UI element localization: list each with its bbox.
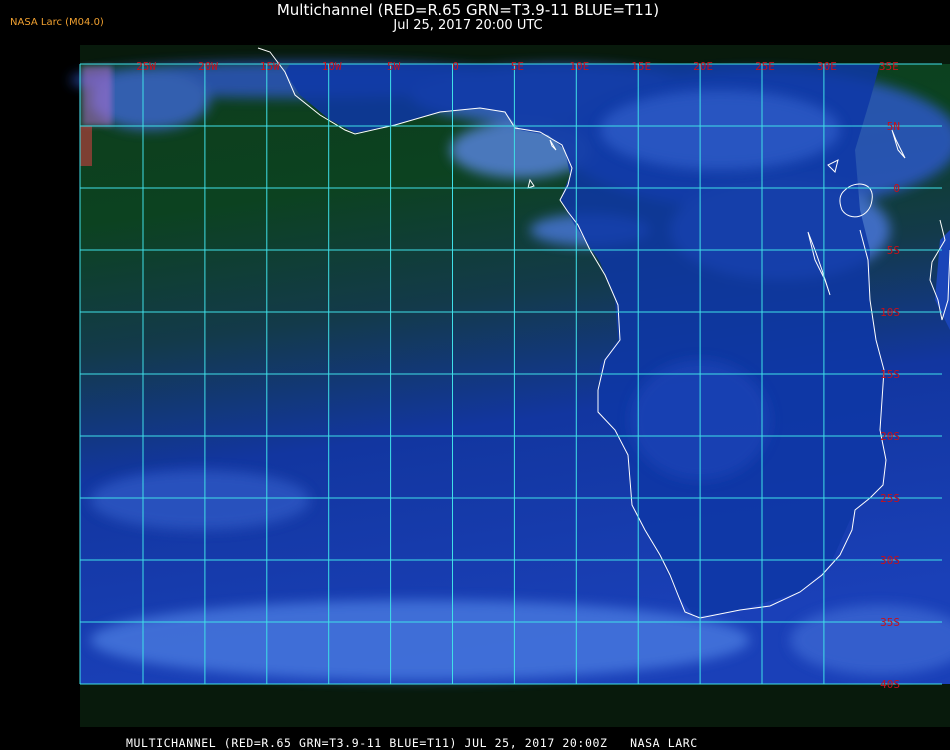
latitude-label: 25S: [880, 492, 900, 505]
latitude-label: 30S: [880, 554, 900, 567]
bright-cloud-edge: [82, 66, 112, 126]
longitude-label: 25E: [755, 60, 775, 73]
latitude-label: 15S: [880, 368, 900, 381]
satellite-map: 25W 20W 15W 10W 5W 0 5E 10E 15E 20E 25E 30E 35E 5N 0 5S…: [70, 45, 950, 727]
longitude-label: 10W: [322, 60, 342, 73]
latitude-label: 0: [893, 182, 900, 195]
image-footer: MULTICHANNEL (RED=R.65 GRN=T3.9-11 BLUE=…: [126, 736, 698, 750]
longitude-label: 15W: [260, 60, 280, 73]
longitude-label: 30E: [817, 60, 837, 73]
latitude-label: 20S: [880, 430, 900, 443]
red-edge: [80, 126, 92, 166]
latitude-label: 5N: [887, 120, 900, 133]
longitude-label: 5E: [511, 60, 524, 73]
longitude-label: 10E: [569, 60, 589, 73]
longitude-label: 15E: [631, 60, 651, 73]
longitude-label: 25W: [136, 60, 156, 73]
longitude-label: 0: [452, 60, 459, 73]
longitude-label: 35E: [879, 60, 899, 73]
longitude-label: 5W: [387, 60, 401, 73]
longitude-label: 20E: [693, 60, 713, 73]
latitude-label: 40S: [880, 678, 900, 691]
latitude-label: 5S: [887, 244, 900, 257]
latitude-label: 10S: [880, 306, 900, 319]
longitude-label: 20W: [198, 60, 218, 73]
latitude-label: 35S: [880, 616, 900, 629]
